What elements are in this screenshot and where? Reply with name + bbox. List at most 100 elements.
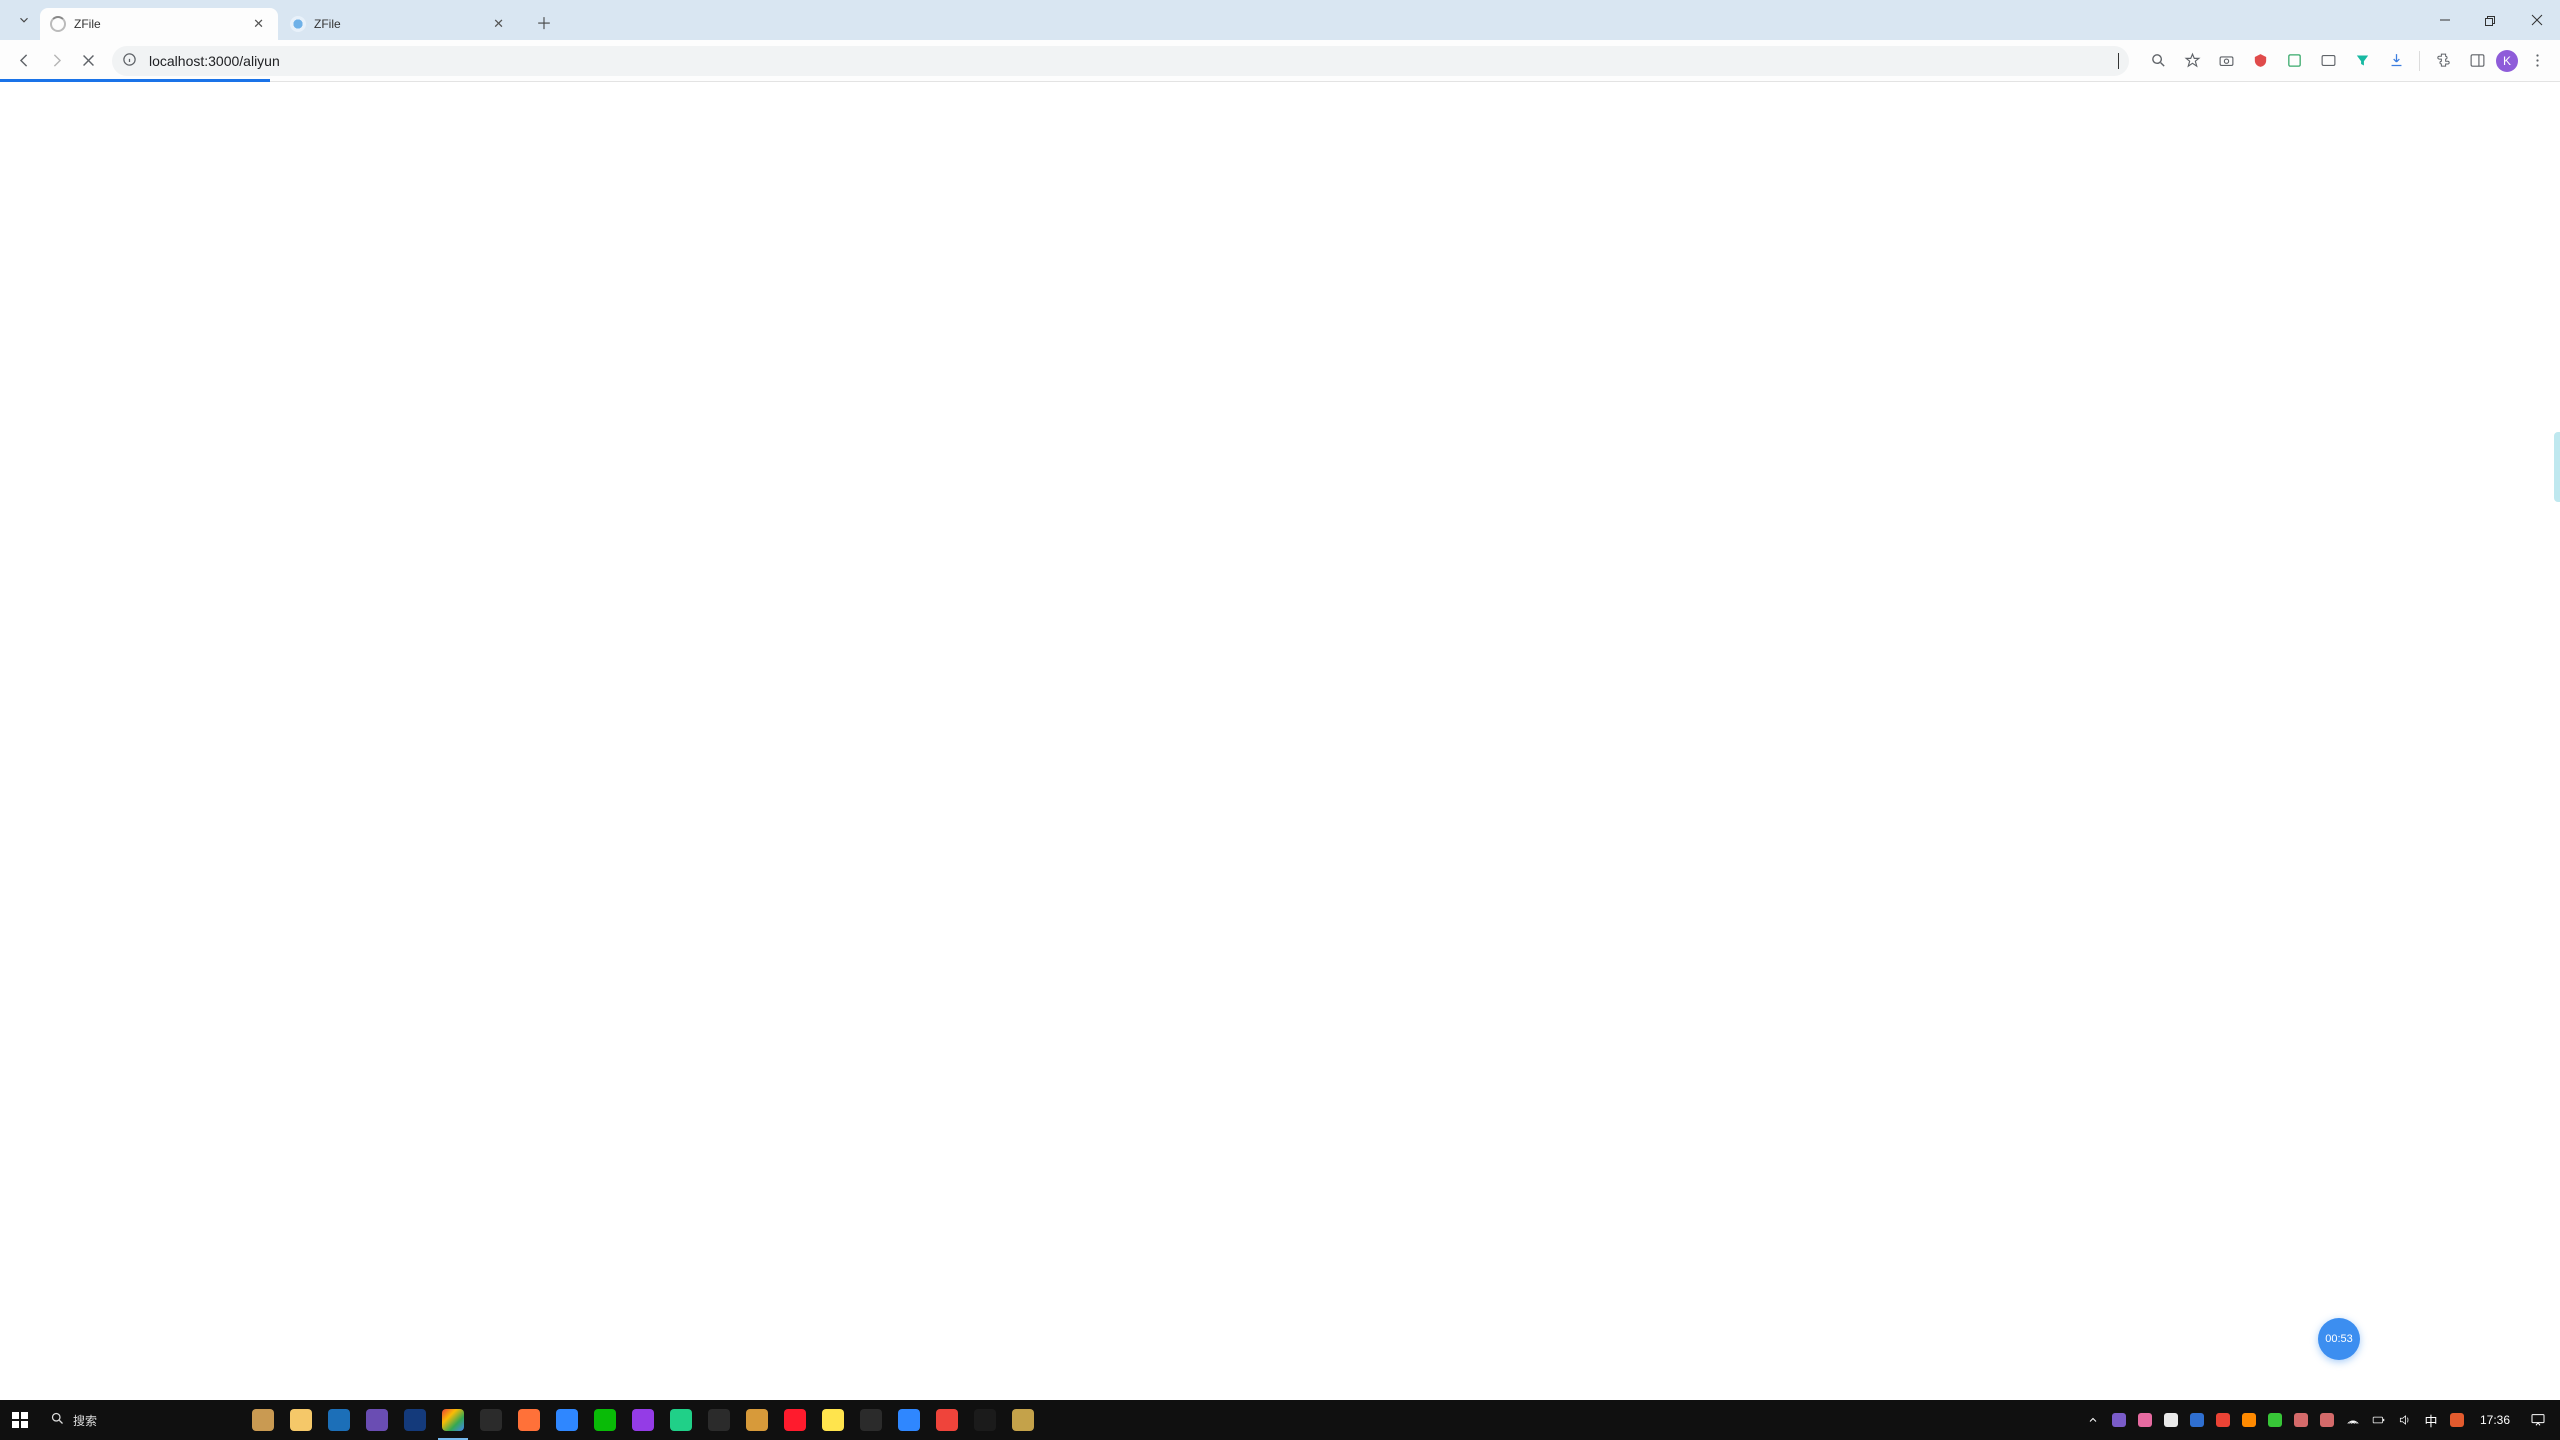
extensions-puzzle-icon[interactable] <box>2428 46 2458 76</box>
taskbar-app-file-explorer[interactable] <box>282 1400 320 1440</box>
tab-close-button[interactable]: ✕ <box>489 14 508 34</box>
screenshot-icon[interactable] <box>2279 46 2309 76</box>
sidepanel-icon[interactable] <box>2462 46 2492 76</box>
camera-icon[interactable] <box>2211 46 2241 76</box>
url-text: localhost:3000/aliyun <box>149 53 2018 69</box>
taskbar-app-microsoft-store[interactable] <box>320 1400 358 1440</box>
tab-close-button[interactable]: ✕ <box>249 14 268 34</box>
extension-app-icon <box>480 1409 502 1431</box>
taskbar-clock[interactable]: 17:36 <box>2470 1413 2520 1427</box>
browser-tab-active[interactable]: ZFile ✕ <box>40 8 278 40</box>
taskbar-app-obs[interactable] <box>852 1400 890 1440</box>
taskbar-app-opera[interactable] <box>776 1400 814 1440</box>
browser-tabstrip: ZFile ✕ ZFile ✕ ＋ <box>0 0 2560 40</box>
site-info-icon[interactable] <box>122 52 137 70</box>
photos-icon <box>366 1409 388 1431</box>
filter-icon[interactable] <box>2347 46 2377 76</box>
taskbar-app-notes[interactable] <box>1004 1400 1042 1440</box>
downloads-icon[interactable] <box>2381 46 2411 76</box>
tray-white[interactable] <box>2158 1400 2184 1440</box>
window-controls <box>2422 0 2560 40</box>
tabs-dropdown-button[interactable] <box>12 8 36 32</box>
start-button[interactable] <box>0 1400 40 1440</box>
taskbar-app-firefox[interactable] <box>510 1400 548 1440</box>
window-restore-button[interactable] <box>2468 0 2514 40</box>
browser-toolbar: localhost:3000/aliyun K <box>0 40 2560 82</box>
tray-ime[interactable]: 中 <box>2418 1400 2444 1440</box>
taskbar-app-user-avatar-app[interactable] <box>244 1400 282 1440</box>
vscode-icon <box>898 1409 920 1431</box>
tab-title: ZFile <box>314 17 489 31</box>
toolbar-divider <box>2419 51 2420 71</box>
microsoft-store-icon <box>328 1409 350 1431</box>
bookmark-star-icon[interactable] <box>2177 46 2207 76</box>
jetbrains-icon <box>670 1409 692 1431</box>
chrome-menu-button[interactable] <box>2522 46 2552 76</box>
taskbar-app-anydesk[interactable] <box>928 1400 966 1440</box>
tray-pink[interactable] <box>2132 1400 2158 1440</box>
tray-blue[interactable] <box>2184 1400 2210 1440</box>
file-explorer-icon <box>290 1409 312 1431</box>
taskbar-app-photos[interactable] <box>358 1400 396 1440</box>
tray-purple[interactable] <box>2106 1400 2132 1440</box>
taskbar-app-qqmusic[interactable] <box>624 1400 662 1440</box>
chrome-icon <box>442 1409 464 1431</box>
nav-stop-button[interactable] <box>72 45 104 77</box>
music-icon <box>974 1409 996 1431</box>
taskbar-app-wechat[interactable] <box>586 1400 624 1440</box>
taskbar-app-todesk[interactable] <box>548 1400 586 1440</box>
nav-back-button[interactable] <box>8 45 40 77</box>
address-bar[interactable]: localhost:3000/aliyun <box>112 46 2129 76</box>
tray-network[interactable] <box>2340 1400 2366 1440</box>
window-minimize-button[interactable] <box>2422 0 2468 40</box>
adblock-icon[interactable] <box>2245 46 2275 76</box>
zfile-favicon-icon <box>290 16 306 32</box>
taskbar-app-discord[interactable] <box>738 1400 776 1440</box>
loading-spinner-icon <box>50 16 66 32</box>
taskbar-app-vscode[interactable] <box>890 1400 928 1440</box>
nav-forward-button[interactable] <box>40 45 72 77</box>
wechat-icon <box>594 1409 616 1431</box>
tray-chevron[interactable] <box>2080 1400 2106 1440</box>
profile-avatar-button[interactable]: K <box>2496 50 2518 72</box>
qqmusic-icon <box>632 1409 654 1431</box>
right-edge-handle[interactable] <box>2554 432 2560 502</box>
window-close-button[interactable] <box>2514 0 2560 40</box>
taskbar-app-terminal[interactable] <box>700 1400 738 1440</box>
taskbar-app-music[interactable] <box>966 1400 1004 1440</box>
tray-person[interactable] <box>2288 1400 2314 1440</box>
terminal-icon <box>708 1409 730 1431</box>
new-tab-button[interactable]: ＋ <box>530 8 558 36</box>
tray-shield[interactable] <box>2444 1400 2470 1440</box>
taskbar-app-paypal[interactable] <box>396 1400 434 1440</box>
windows-taskbar: 搜索 中 17:36 <box>0 1400 2560 1440</box>
text-caret <box>2118 53 2119 69</box>
anydesk-icon <box>936 1409 958 1431</box>
tray-red[interactable] <box>2210 1400 2236 1440</box>
tray-orange[interactable] <box>2236 1400 2262 1440</box>
page-content: 00:53 <box>0 82 2560 1400</box>
opera-icon <box>784 1409 806 1431</box>
taskbar-apps <box>244 1400 1042 1440</box>
todesk-icon <box>556 1409 578 1431</box>
tray-battery[interactable] <box>2366 1400 2392 1440</box>
translate-icon[interactable] <box>2313 46 2343 76</box>
notes-icon <box>1012 1409 1034 1431</box>
tray-person2[interactable] <box>2314 1400 2340 1440</box>
taskbar-app-chrome[interactable] <box>434 1400 472 1440</box>
taskbar-app-extension-app[interactable] <box>472 1400 510 1440</box>
action-center-button[interactable] <box>2520 1400 2556 1440</box>
discord-icon <box>746 1409 768 1431</box>
taskbar-search[interactable]: 搜索 <box>40 1400 240 1440</box>
wps-icon <box>822 1409 844 1431</box>
recording-timer-badge[interactable]: 00:53 <box>2318 1318 2360 1360</box>
system-tray: 中 17:36 <box>2080 1400 2560 1440</box>
browser-tab-inactive[interactable]: ZFile ✕ <box>280 8 518 40</box>
zoom-icon[interactable] <box>2143 46 2173 76</box>
taskbar-search-placeholder: 搜索 <box>73 1412 97 1429</box>
tray-green[interactable] <box>2262 1400 2288 1440</box>
taskbar-app-wps[interactable] <box>814 1400 852 1440</box>
tray-volume[interactable] <box>2392 1400 2418 1440</box>
taskbar-app-jetbrains[interactable] <box>662 1400 700 1440</box>
obs-icon <box>860 1409 882 1431</box>
